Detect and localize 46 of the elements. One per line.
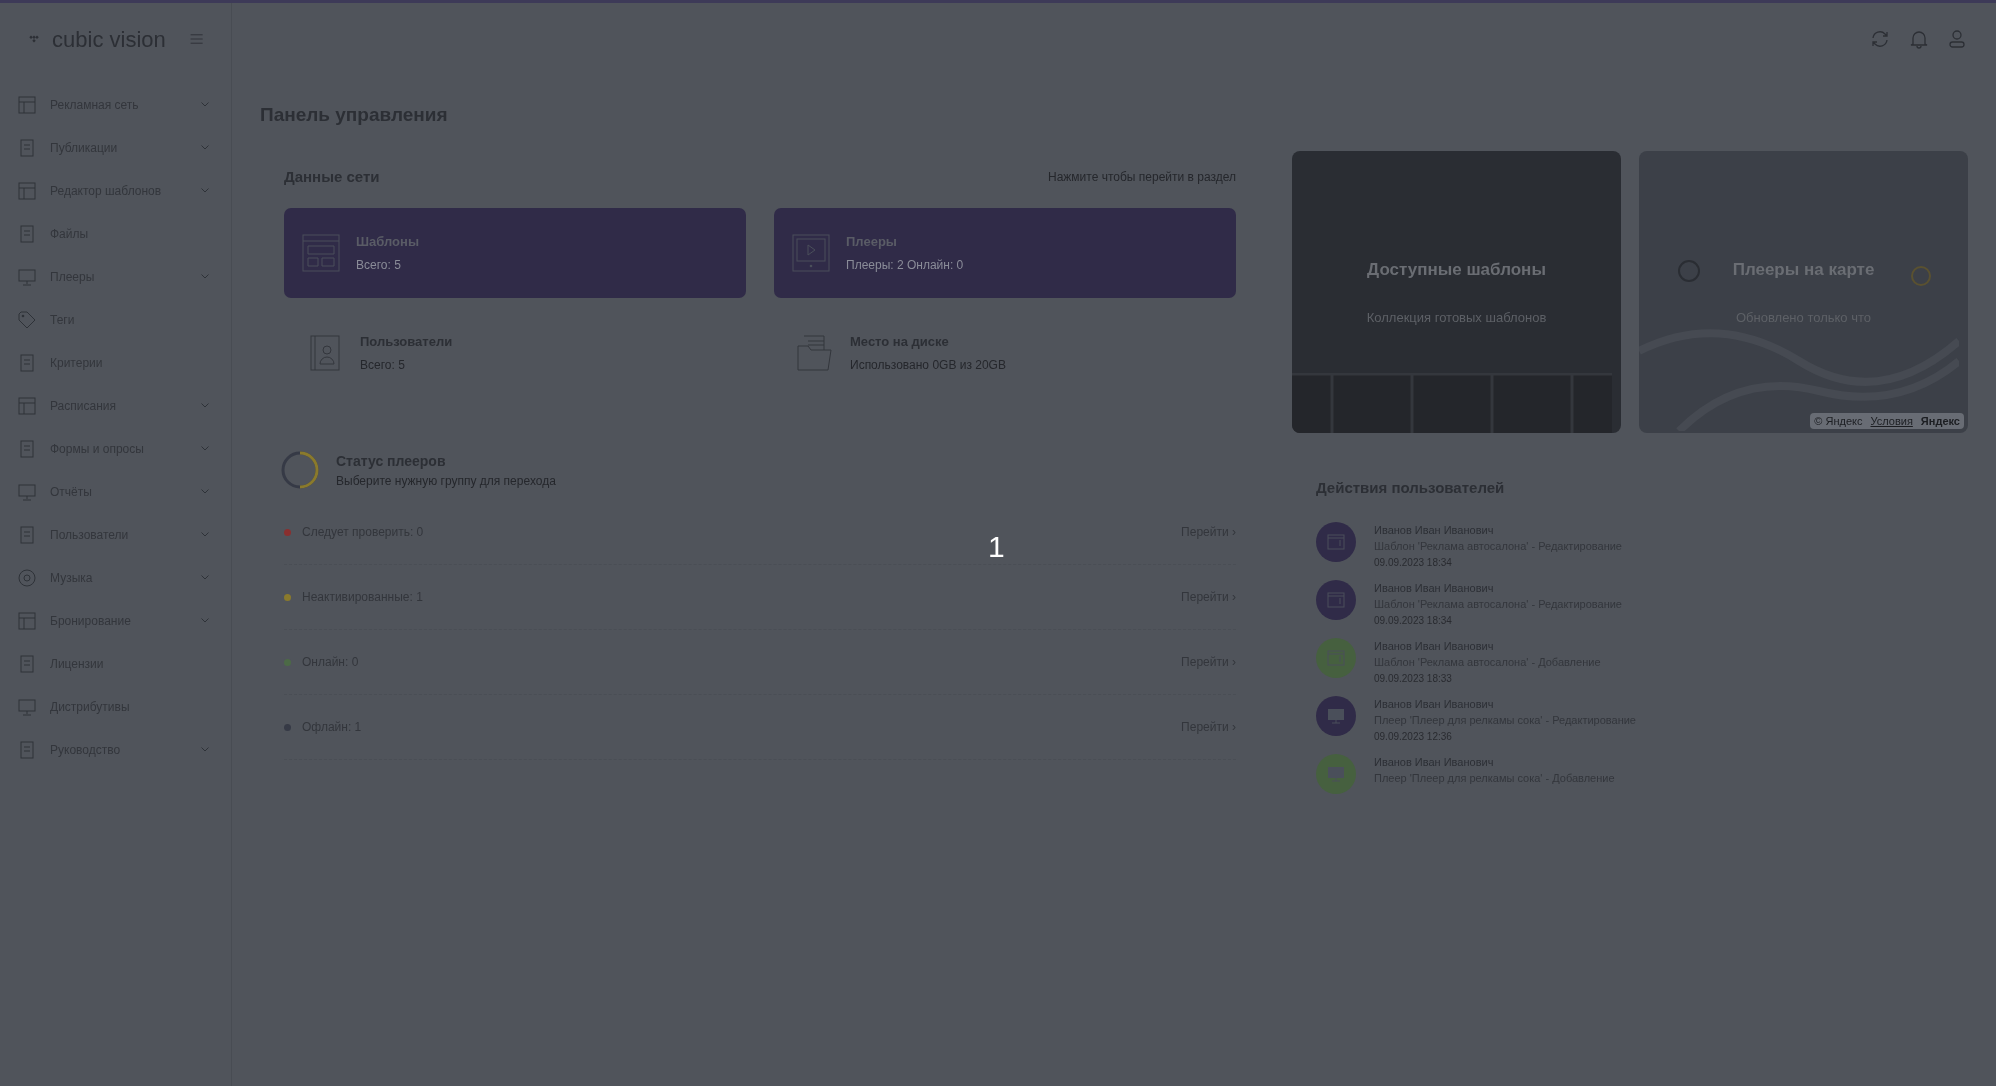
chevron-down-icon	[201, 489, 209, 494]
document-icon	[18, 740, 36, 759]
chevron-down-icon	[201, 102, 209, 107]
chevron-down-icon	[201, 188, 209, 193]
document-icon	[18, 138, 36, 157]
map-copyright: © Яндекс	[1814, 413, 1863, 429]
map-logo: Яндекс	[1920, 413, 1960, 429]
document-icon	[18, 353, 36, 372]
chevron-down-icon	[201, 747, 209, 752]
user-icon[interactable]	[1948, 29, 1966, 49]
document-icon	[18, 439, 36, 458]
window-icon	[1327, 533, 1345, 550]
folder-icon	[796, 334, 834, 372]
card-title: Доступные шаблоны	[1367, 258, 1546, 281]
menu-icon[interactable]	[189, 31, 203, 47]
monitor-icon	[18, 482, 36, 501]
monitor-icon	[1327, 765, 1345, 782]
grid-icon	[18, 396, 36, 415]
chevron-down-icon	[201, 618, 209, 623]
step-number: 1	[988, 529, 1005, 565]
template-icon	[302, 234, 340, 272]
disc-icon	[18, 568, 36, 587]
monitor-icon	[18, 697, 36, 716]
monitor-play-icon	[792, 234, 830, 272]
chevron-down-icon	[201, 575, 209, 580]
status-ring-icon	[280, 450, 320, 490]
tile-subtitle: Плееры: 2 Онлайн: 0	[846, 256, 964, 274]
terms-link[interactable]: Условия	[1870, 412, 1913, 429]
monitor-icon	[18, 267, 36, 286]
monitor-icon	[1327, 707, 1345, 724]
grid-icon	[18, 181, 36, 200]
chevron-down-icon	[201, 532, 209, 537]
refresh-icon[interactable]	[1870, 29, 1890, 49]
tag-icon	[18, 310, 36, 329]
bell-icon[interactable]	[1910, 29, 1928, 49]
chevron-down-icon	[201, 403, 209, 408]
chevron-down-icon	[201, 446, 209, 451]
chevron-down-icon	[201, 145, 209, 150]
document-icon	[18, 654, 36, 673]
grid-icon	[18, 611, 36, 630]
document-icon	[18, 224, 36, 243]
grid-icon	[18, 95, 36, 114]
window-icon	[1327, 591, 1345, 608]
chevron-down-icon	[201, 274, 209, 279]
tile-subtitle: Всего: 5	[356, 256, 402, 274]
document-icon	[18, 525, 36, 544]
